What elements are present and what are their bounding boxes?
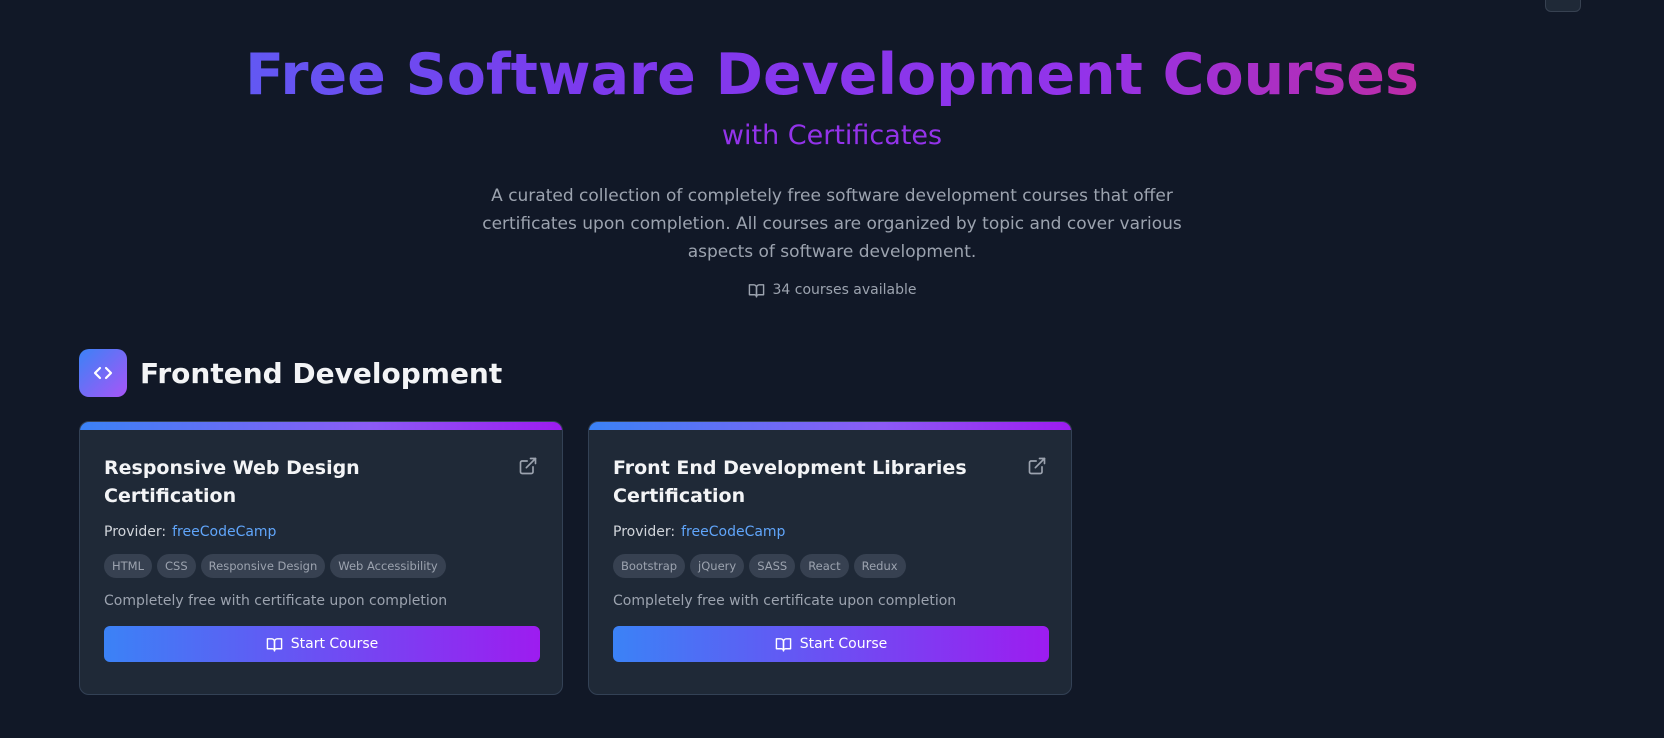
course-card: Front End Development Libraries Certific…	[588, 421, 1072, 695]
tag-list: HTML CSS Responsive Design Web Accessibi…	[104, 554, 538, 578]
provider-link[interactable]: freeCodeCamp	[681, 524, 785, 540]
section-title: Frontend Development	[140, 356, 503, 390]
tag: jQuery	[690, 554, 745, 578]
start-course-label: Start Course	[799, 636, 888, 652]
book-open-icon	[775, 637, 792, 652]
section-icon-box	[79, 349, 127, 397]
course-note: Completely free with certificate upon co…	[104, 593, 448, 609]
course-title: Responsive Web Design Certification	[104, 457, 360, 507]
tag: HTML	[104, 554, 153, 578]
course-card: Responsive Web Design Certification Prov…	[79, 421, 563, 695]
course-title: Front End Development Libraries Certific…	[613, 457, 967, 507]
settings-button[interactable]	[1545, 0, 1581, 12]
course-provider: Provider: freeCodeCamp	[613, 522, 1047, 542]
card-accent-bar	[80, 422, 562, 430]
course-note: Completely free with certificate upon co…	[613, 593, 957, 609]
section-header: Frontend Development	[79, 349, 502, 397]
tag: SASS	[749, 554, 796, 578]
page-subtitle: with Certificates	[721, 120, 943, 151]
tag: React	[800, 554, 849, 578]
provider-label: Provider:	[613, 524, 676, 540]
tag: Web Accessibility	[330, 554, 446, 578]
course-provider: Provider: freeCodeCamp	[104, 522, 538, 542]
provider-label: Provider:	[104, 524, 167, 540]
tag: CSS	[157, 554, 196, 578]
tag: Responsive Design	[200, 554, 326, 578]
start-course-button[interactable]: Start Course	[104, 626, 540, 662]
provider-link[interactable]: freeCodeCamp	[172, 524, 276, 540]
course-count-text: 34 courses available	[772, 282, 917, 298]
external-link-icon[interactable]	[518, 456, 538, 476]
tag: Bootstrap	[613, 554, 686, 578]
book-open-icon	[748, 283, 764, 298]
start-course-label: Start Course	[290, 636, 379, 652]
book-open-icon	[266, 637, 283, 652]
tag-list: Bootstrap jQuery SASS React Redux	[613, 554, 1047, 578]
page-description: A curated collection of completely free …	[482, 186, 1182, 262]
external-link-icon[interactable]	[1027, 456, 1047, 476]
code-brackets-icon	[93, 366, 113, 380]
page-title: Free Software Development Courses	[0, 38, 1664, 112]
start-course-button[interactable]: Start Course	[613, 626, 1049, 662]
card-accent-bar	[589, 422, 1071, 430]
course-count: 34 courses available	[0, 280, 1664, 300]
tag: Redux	[853, 554, 906, 578]
